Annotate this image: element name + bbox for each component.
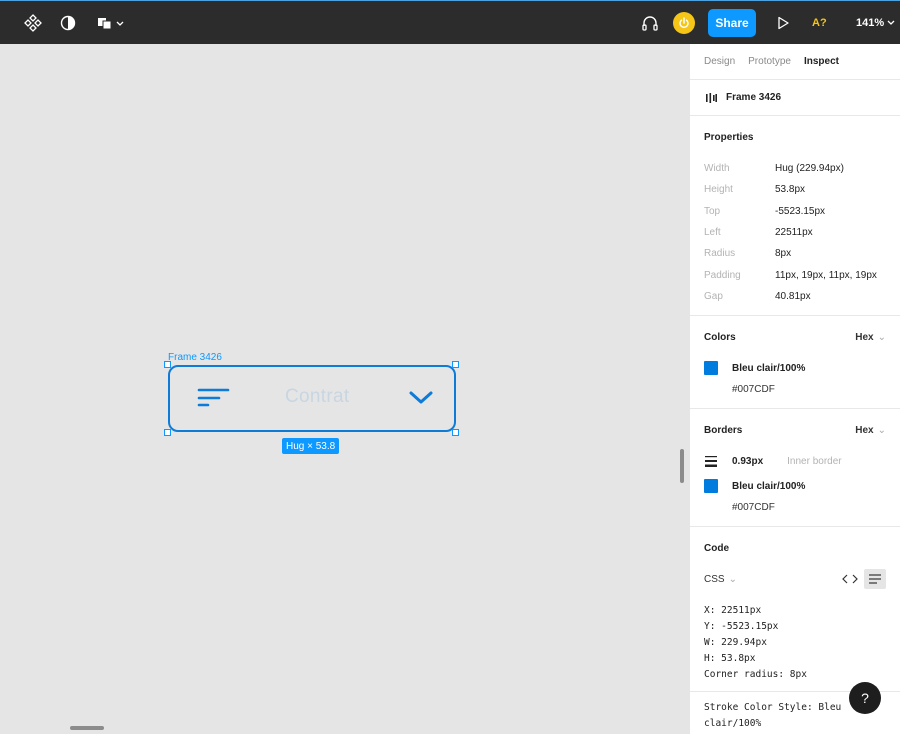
colors-format-dropdown[interactable]: Hex ⌄	[855, 332, 886, 343]
colors-section: Colors Hex ⌄ Bleu clair/100% #007CDF	[690, 316, 900, 410]
share-button[interactable]: Share	[708, 9, 756, 37]
chevron-down-icon: ⌄	[877, 424, 886, 436]
border-type: Inner border	[787, 455, 842, 467]
top-toolbar: Share A? 141%	[0, 0, 900, 44]
borders-header: Borders Hex ⌄	[704, 409, 886, 451]
resize-handle-top-right[interactable]	[452, 361, 459, 368]
border-width-row: 0.93px Inner border	[704, 451, 886, 471]
account-button[interactable]: A?	[812, 1, 827, 44]
code-toolbar: CSS ⌄	[704, 569, 886, 590]
property-row: Padding 11px, 19px, 11px, 19px	[704, 269, 877, 281]
tab-prototype[interactable]: Prototype	[748, 56, 791, 67]
chevron-down-icon	[409, 391, 433, 404]
zoom-value: 141%	[856, 16, 885, 29]
borders-title: Borders	[704, 424, 743, 436]
list-view-icon[interactable]	[864, 569, 886, 590]
chevron-down-icon: ⌄	[877, 331, 886, 343]
borders-section: Borders Hex ⌄ 0.93px Inner border Bleu cl…	[690, 409, 900, 528]
frame-text: Contrat	[285, 386, 350, 407]
frame-name: Frame 3426	[726, 92, 782, 103]
code-section: Code CSS ⌄ X: 22511px Y: -5523.15px W: 22…	[690, 527, 900, 693]
panel-tabs: Design Prototype Inspect	[690, 44, 900, 80]
headphones-icon[interactable]	[640, 1, 660, 44]
contrast-icon[interactable]	[58, 1, 78, 44]
colors-title: Colors	[704, 331, 736, 343]
borders-format-dropdown[interactable]: Hex ⌄	[855, 425, 886, 436]
resize-handle-top-left[interactable]	[164, 361, 171, 368]
property-row: Height 53.8px	[704, 184, 806, 196]
properties-section: Properties Width Hug (229.94px) Height 53.…	[690, 116, 900, 317]
border-color-name: Bleu clair/100%	[732, 480, 806, 492]
properties-title: Properties	[704, 131, 754, 143]
color-hex[interactable]: #007CDF	[704, 378, 886, 400]
size-badge: Hug × 53.8	[282, 438, 340, 454]
color-swatch	[704, 361, 718, 376]
property-row: Radius 8px	[704, 248, 792, 260]
components-icon[interactable]	[22, 1, 44, 44]
color-name: Bleu clair/100%	[732, 362, 806, 374]
inspect-panel: Design Prototype Inspect Frame 3426 Prop…	[689, 44, 900, 734]
vertical-scrollbar[interactable]	[680, 449, 684, 483]
zoom-dropdown[interactable]: 141%	[856, 1, 895, 44]
code-language-dropdown[interactable]: CSS ⌄	[704, 574, 737, 585]
colors-header: Colors Hex ⌄	[704, 316, 886, 358]
property-row: Top -5523.15px	[704, 205, 826, 217]
code-view-icon[interactable]	[840, 569, 860, 589]
tab-design[interactable]: Design	[704, 56, 735, 67]
property-row: Left 22511px	[704, 227, 813, 239]
resize-handle-bottom-right[interactable]	[452, 429, 459, 436]
border-width[interactable]: 0.93px	[732, 456, 763, 467]
code-block: X: 22511px Y: -5523.15px W: 229.94px H: …	[704, 605, 807, 681]
code-title: Code	[704, 542, 729, 554]
auto-layout-icon	[706, 92, 717, 103]
border-color-swatch	[704, 479, 718, 494]
horizontal-scrollbar[interactable]	[70, 726, 104, 730]
resize-handle-bottom-left[interactable]	[164, 429, 171, 436]
stroke-weight-icon	[705, 456, 717, 468]
border-color-row[interactable]: Bleu clair/100%	[704, 476, 886, 496]
color-style-row[interactable]: Bleu clair/100%	[704, 358, 886, 378]
help-button[interactable]: ?	[849, 682, 881, 714]
power-icon[interactable]	[673, 12, 695, 34]
tab-inspect[interactable]: Inspect	[804, 56, 839, 67]
frame-header: Frame 3426	[690, 80, 900, 116]
chevron-down-icon	[887, 20, 895, 25]
play-icon[interactable]	[775, 1, 791, 44]
filter-lines-icon	[197, 388, 230, 407]
border-color-hex[interactable]: #007CDF	[704, 496, 886, 518]
property-row: Width Hug (229.94px)	[704, 163, 844, 175]
frame-label[interactable]: Frame 3426	[168, 352, 222, 363]
chevron-down-icon: ⌄	[728, 573, 737, 585]
property-row: Gap 40.81px	[704, 290, 811, 302]
canvas[interactable]: Frame 3426 Contrat Hug × 53.8	[0, 44, 689, 734]
shapes-dropdown-icon[interactable]	[96, 1, 126, 44]
